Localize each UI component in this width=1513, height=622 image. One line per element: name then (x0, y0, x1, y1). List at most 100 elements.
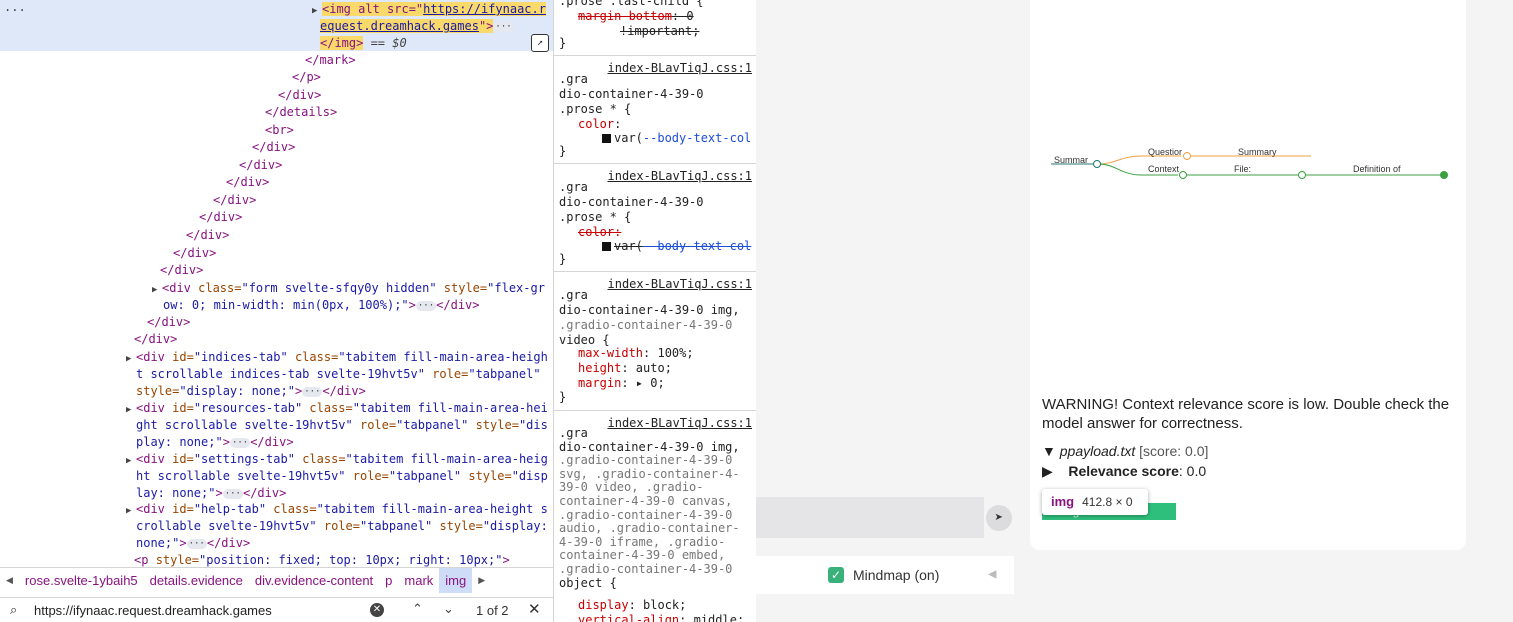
dom-close-div[interactable]: </div> (173, 245, 216, 262)
collapsed-content-ellipsis[interactable]: ··· (229, 437, 251, 448)
collapsed-content-ellipsis[interactable]: ··· (493, 21, 514, 32)
dom-node-settings-tab-line3: lay: none;"> ··· </div> (136, 486, 287, 500)
dom-close-div[interactable]: </div> (226, 174, 269, 191)
mindmap-node (1093, 160, 1101, 168)
collapsed-content-ellipsis[interactable]: ··· (222, 488, 243, 499)
dom-node-indices-tab-line3: style="display: none;"> ··· </div> (136, 384, 366, 398)
dom-node-settings-tab-line2: ht scrollable svelte-19hvt5v" role="tabp… (136, 469, 548, 483)
dom-close-p[interactable]: </p> (292, 69, 321, 86)
css-property[interactable]: margin: ▸ 0; (578, 376, 665, 391)
css-rule: index-BLavTiqJ.css:1 .gra dio-container-… (554, 164, 756, 272)
search-icon: ⌕ (10, 602, 18, 617)
send-button[interactable]: ➤ (986, 505, 1012, 531)
dom-close-div[interactable]: </div> (213, 192, 256, 209)
collapsed-content-ellipsis[interactable]: ··· (302, 386, 323, 397)
relevance-details[interactable]: ▶ Relevance score: 0.0 (1042, 463, 1206, 480)
mindmap-node (1298, 171, 1306, 179)
mindmap-label: Questior (1148, 147, 1183, 157)
css-value-overridden[interactable]: var(--body-text-col (602, 239, 751, 254)
expand-triangle-icon[interactable]: ▶ (126, 402, 136, 419)
mindmap-toggle-row: ✓ Mindmap (on) ◀ (756, 556, 1014, 594)
dom-node-img-line2: equest.dreamhack.games"> ··· (320, 19, 514, 33)
dom-close-div[interactable]: </div> (186, 227, 229, 244)
inspect-tooltip: img 412.8 × 0 (1042, 489, 1148, 515)
mindmap-label: Summary (1238, 147, 1277, 157)
css-property[interactable]: color: (578, 117, 621, 132)
dom-node-img-line3: </img> == $0 (320, 36, 407, 50)
collapsed-content-ellipsis[interactable]: ··· (186, 538, 207, 549)
next-match-icon[interactable]: ⌄ (443, 601, 454, 617)
collapse-panel-icon[interactable]: ◀ (988, 566, 996, 582)
expand-triangle-icon[interactable]: ▶ (126, 351, 136, 368)
breadcrumb-item[interactable]: details.evidence (144, 573, 249, 588)
img-src-link[interactable]: https://ifynaac.r (423, 2, 546, 16)
dom-close-div[interactable]: </div> (147, 314, 190, 331)
scroll-right-icon[interactable]: ▶ (472, 575, 491, 586)
mindmap-edge (1097, 155, 1181, 165)
css-property[interactable]: height: auto; (578, 361, 672, 376)
styles-panel: .prose .last-child { margin-bottom: 0 !i… (553, 0, 757, 622)
mindmap-node (1183, 152, 1191, 160)
css-property[interactable]: vertical-align: middle; (578, 613, 744, 622)
dom-close-div[interactable]: </div> (252, 139, 295, 156)
css-property[interactable]: margin-bottom: 0 (578, 9, 694, 24)
css-selector: .gra dio-container-4-39-0 .prose * { (559, 180, 704, 224)
css-selector: .prose .last-child { (559, 0, 704, 8)
css-property[interactable]: display: block; (578, 598, 686, 613)
dom-close-div[interactable]: </div> (278, 87, 321, 104)
css-selector: .gra dio-container-4-39-0 img, .gradio-c… (559, 288, 740, 347)
css-value[interactable]: var(--body-text-col (602, 131, 751, 146)
breadcrumb-item[interactable]: div.evidence-content (249, 573, 379, 588)
mindmap-label: Context (1148, 164, 1180, 174)
mindmap-label: Definition of (1353, 164, 1401, 174)
expand-triangle-icon[interactable]: ▶ (126, 453, 136, 470)
mindmap-label: Summar (1054, 155, 1089, 165)
css-selector: .gra dio-container-4-39-0 img, .gradio-c… (559, 426, 740, 590)
dom-br[interactable]: <br> (265, 122, 294, 139)
evidence-details[interactable]: ▼ ppayload.txt [score: 0.0] (1042, 443, 1208, 459)
breadcrumb: ◀ rose.svelte-1ybaih5 details.evidence d… (0, 567, 553, 593)
dom-close-div[interactable]: </div> (134, 331, 177, 348)
color-swatch[interactable] (602, 242, 611, 251)
dom-close-div[interactable]: </div> (160, 262, 203, 279)
clear-search-icon[interactable]: ✕ (370, 603, 384, 617)
match-count: 1 of 2 (476, 603, 509, 618)
dom-close-details[interactable]: </details> (265, 104, 337, 121)
chat-input[interactable] (756, 497, 984, 538)
css-property[interactable]: max-width: 100%; (578, 346, 694, 361)
css-property-overridden[interactable]: color: (578, 225, 621, 240)
breadcrumb-item-active[interactable]: img (439, 568, 473, 593)
dom-close-div[interactable]: </div> (239, 157, 282, 174)
mindmap-checkbox[interactable]: ✓ (828, 567, 844, 583)
breadcrumb-item[interactable]: mark (398, 573, 439, 588)
dom-close-mark[interactable]: </mark> (305, 52, 356, 69)
search-input[interactable]: https://ifynaac.request.dreamhack.games (34, 603, 272, 618)
color-swatch[interactable] (602, 134, 611, 143)
app-viewport: ➤ ✓ Mindmap (on) ◀ Summar Questior Summa… (756, 0, 1513, 622)
css-rule: .prose .last-child { margin-bottom: 0 !i… (554, 0, 756, 56)
warning-message: WARNING! Context relevance score is low.… (1042, 396, 1450, 432)
mindmap-toggle-label[interactable]: Mindmap (on) (853, 567, 939, 583)
expand-triangle-icon[interactable]: ▶ (126, 503, 136, 520)
expand-triangle-icon[interactable]: ▶ (152, 282, 162, 299)
ai-assist-icon[interactable]: ↗ (531, 34, 549, 52)
dom-close-div[interactable]: </div> (199, 209, 242, 226)
close-search-icon[interactable]: ✕ (528, 600, 541, 618)
css-rule: index-BLavTiqJ.css:1 .gra dio-container-… (554, 272, 756, 411)
breadcrumb-item[interactable]: p (379, 573, 398, 588)
previous-match-icon[interactable]: ⌃ (412, 601, 423, 617)
mindmap-node (1440, 171, 1448, 179)
disclosure-closed-icon[interactable]: ▶ (1042, 463, 1053, 479)
more-options-ellipsis[interactable]: ... (4, 0, 26, 14)
collapsed-content-ellipsis[interactable]: ··· (415, 300, 437, 311)
dom-node-form-div-line2: ow: 0; min-width: min(0px, 100%);"> ··· </… (163, 298, 480, 312)
dom-node-help-tab-line3: none;"> ··· </div> (136, 536, 251, 550)
dom-node-resources-tab-line2: ght scrollable svelte-19hvt5v" role="tab… (136, 418, 548, 432)
scroll-left-icon[interactable]: ◀ (0, 575, 19, 586)
css-rule: index-BLavTiqJ.css:1 .gra dio-container-… (554, 411, 756, 622)
breadcrumb-item[interactable]: rose.svelte-1ybaih5 (19, 573, 144, 588)
dom-node-help-tab-line2: crollable svelte-19hvt5v" role="tabpanel… (136, 519, 548, 533)
dom-node-resources-tab-line3: play: none;"> ··· </div> (136, 435, 294, 449)
disclosure-open-icon[interactable]: ▼ (1042, 443, 1056, 459)
elements-panel: ... ▶ <img alt src="https://ifynaac.r equ… (0, 0, 553, 622)
